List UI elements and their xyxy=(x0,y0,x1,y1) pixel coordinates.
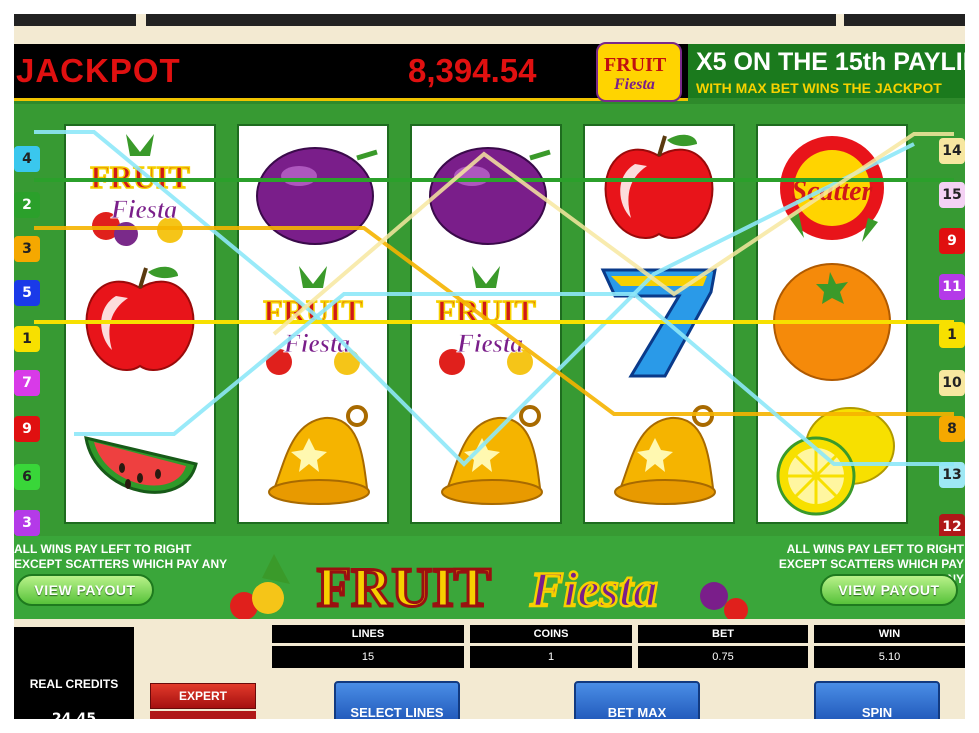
fruit-fiesta-symbol: FRUIT Fiesta xyxy=(412,258,560,388)
payline-marker-right[interactable]: 15 xyxy=(939,182,965,208)
jackpot-logo-word1: FRUIT xyxy=(604,54,667,76)
coins-label: COINS xyxy=(470,625,632,643)
lines-label: LINES xyxy=(272,625,464,643)
bet-max-button[interactable]: BET MAX xyxy=(574,681,700,719)
symbol-logo-word1: FRUIT xyxy=(263,293,363,329)
payline-marker-left[interactable]: 4 xyxy=(14,146,40,172)
symbol-logo-word2: Fiesta xyxy=(110,195,177,224)
logo-word-fiesta: Fiesta xyxy=(529,561,658,617)
fruit-fiesta-symbol: FRUIT Fiesta xyxy=(66,126,214,256)
plum-symbol xyxy=(412,126,560,256)
watermelon-symbol xyxy=(66,392,214,522)
wins-rule-left: ALL WINS PAY LEFT TO RIGHT EXCEPT SCATTE… xyxy=(14,542,227,572)
info-bar: ALL WINS PAY LEFT TO RIGHT EXCEPT SCATTE… xyxy=(14,536,965,626)
logo-leaf xyxy=(262,554,290,584)
reel-3: FRUIT Fiesta xyxy=(410,124,562,524)
fruit-fiesta-logo: FRUIT Fiesta xyxy=(230,554,748,622)
reel-2: FRUIT Fiesta xyxy=(237,124,389,524)
jackpot-label: JACKPOT xyxy=(16,52,181,89)
jackpot-logo: FRUIT Fiesta xyxy=(596,42,682,102)
expert-button-edge xyxy=(150,711,256,719)
bell-symbol xyxy=(585,392,733,522)
view-payout-button-left[interactable]: VIEW PAYOUT xyxy=(16,574,154,606)
top-strip xyxy=(14,14,965,48)
jackpot-logo-word2: Fiesta xyxy=(614,76,655,93)
lines-value: 15 xyxy=(272,646,464,668)
expert-button[interactable]: EXPERT xyxy=(150,683,256,709)
promo-subline: WITH MAX BET WINS THE JACKPOT xyxy=(696,80,942,96)
payline-marker-right[interactable]: 9 xyxy=(939,228,965,254)
wins-rule-left-line2: EXCEPT SCATTERS WHICH PAY ANY xyxy=(14,557,228,571)
payline-marker-left[interactable]: 6 xyxy=(14,464,40,490)
symbol-logo-word1: FRUIT xyxy=(90,159,190,195)
symbol-logo-word2: Fiesta xyxy=(283,329,350,358)
symbol-logo-word2: Fiesta xyxy=(456,329,523,358)
payline-marker-right[interactable]: 8 xyxy=(939,416,965,442)
logo-fruit xyxy=(700,582,728,610)
payline-marker-left[interactable]: 1 xyxy=(14,326,40,352)
slot-machine: JACKPOT 8,394.54 FRUIT Fiesta X5 ON THE … xyxy=(14,14,965,719)
logo-fruit xyxy=(252,582,284,614)
bell-symbol xyxy=(239,392,387,522)
apple-symbol xyxy=(585,126,733,256)
plum-symbol xyxy=(239,126,387,256)
scatter-label: Scatter xyxy=(792,176,874,207)
logo-word-fruit: FRUIT xyxy=(317,557,491,619)
promo-headline: X5 ON THE 15th PAYLINE xyxy=(696,48,965,76)
select-lines-button[interactable]: SELECT LINES xyxy=(334,681,460,719)
lemon-symbol xyxy=(758,392,906,522)
reel-5: Scatter xyxy=(756,124,908,524)
promo-banner: X5 ON THE 15th PAYLINE WITH MAX BET WINS… xyxy=(688,44,965,98)
bell-symbol xyxy=(412,392,560,522)
apple-symbol xyxy=(66,258,214,388)
fruit-fiesta-symbol: FRUIT Fiesta xyxy=(239,258,387,388)
credits-panel: REAL CREDITS 24.45 xyxy=(14,627,134,719)
jackpot-bar: JACKPOT 8,394.54 xyxy=(14,44,688,101)
payline-marker-left[interactable]: 9 xyxy=(14,416,40,442)
symbol-logo-word1: FRUIT xyxy=(436,293,536,329)
seven-symbol xyxy=(585,258,733,388)
scatter-symbol: Scatter xyxy=(758,126,906,256)
view-payout-button-right[interactable]: VIEW PAYOUT xyxy=(820,574,958,606)
payline-marker-right[interactable]: 13 xyxy=(939,462,965,488)
orange-symbol xyxy=(758,258,906,388)
reel-1: FRUIT Fiesta xyxy=(64,124,216,524)
payline-marker-right[interactable]: 1 xyxy=(939,322,965,348)
payline-marker-left[interactable]: 7 xyxy=(14,370,40,396)
payline-marker-left[interactable]: 3 xyxy=(14,510,40,536)
coins-value: 1 xyxy=(470,646,632,668)
wins-rule-right-line1: ALL WINS PAY LEFT TO RIGHT xyxy=(786,542,964,556)
payline-marker-right[interactable]: 14 xyxy=(939,138,965,164)
win-value: 5.10 xyxy=(814,646,965,668)
bet-label: BET xyxy=(638,625,808,643)
reel-4 xyxy=(583,124,735,524)
wins-rule-left-line1: ALL WINS PAY LEFT TO RIGHT xyxy=(14,542,192,556)
payline-marker-right[interactable]: 11 xyxy=(939,274,965,300)
control-panel: REAL CREDITS 24.45 EXPERT LINES 15 COINS… xyxy=(14,619,965,719)
reel-area: FRUIT Fiesta FRUIT Fiesta FRUIT Fiesta S… xyxy=(14,104,965,540)
credits-value: 24.45 xyxy=(51,711,97,719)
payline-marker-right[interactable]: 10 xyxy=(939,370,965,396)
payline-marker-left[interactable]: 5 xyxy=(14,280,40,306)
jackpot-amount: 8,394.54 xyxy=(408,52,537,89)
win-label: WIN xyxy=(814,625,965,643)
payline-marker-left[interactable]: 2 xyxy=(14,192,40,218)
credits-label: REAL CREDITS xyxy=(29,677,119,691)
spin-button[interactable]: SPIN xyxy=(814,681,940,719)
bet-value: 0.75 xyxy=(638,646,808,668)
payline-marker-left[interactable]: 3 xyxy=(14,236,40,262)
